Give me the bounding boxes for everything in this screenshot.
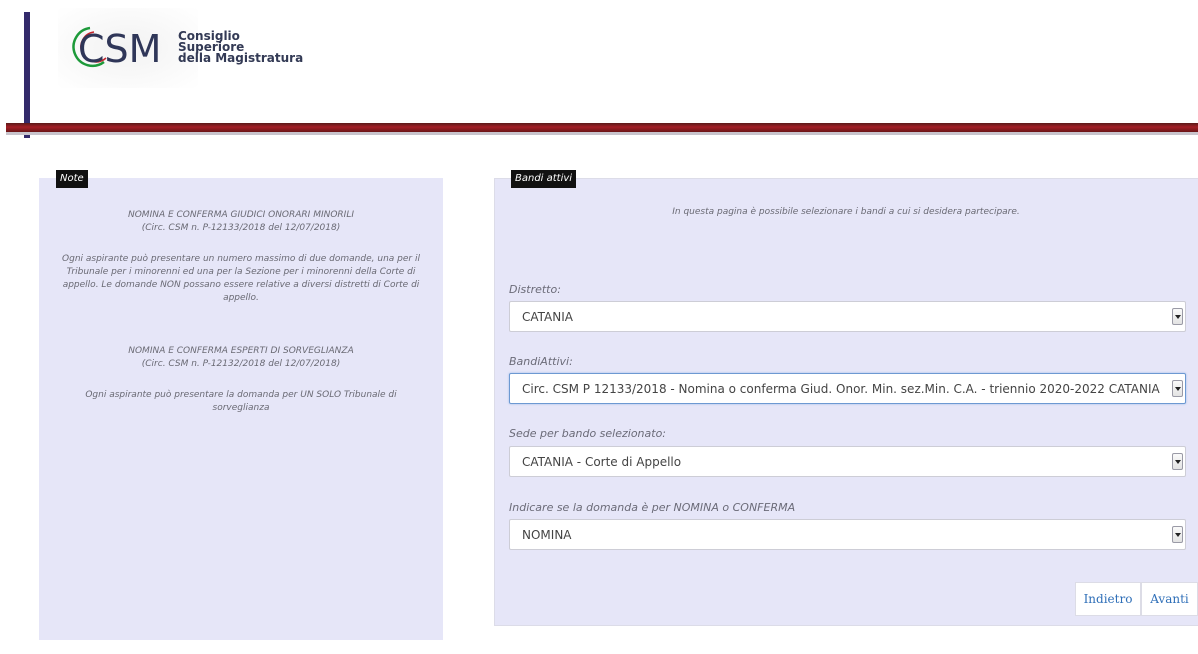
- sede-select[interactable]: CATANIA - Corte di Appello: [509, 446, 1186, 477]
- csm-logo: CSM Consiglio Superiore della Magistratu…: [70, 22, 303, 72]
- logo-text: Consiglio Superiore della Magistratura: [178, 30, 304, 65]
- header-vertical-bar: [24, 12, 30, 138]
- note-block1-circ: (Circ. CSM n. P-12133/2018 del 12/07/201…: [141, 223, 341, 233]
- note-block1-title: NOMINA E CONFERMA GIUDICI ONORARI MINORI…: [127, 210, 355, 220]
- note-block2-title: NOMINA E CONFERMA ESPERTI DI SORVEGLIANZ…: [128, 346, 354, 356]
- csm-logo-mark: CSM: [70, 22, 176, 72]
- back-button[interactable]: Indietro: [1075, 582, 1141, 616]
- note-block1-body: Ogni aspirante può presentare un numero …: [62, 254, 420, 303]
- chevron-down-icon[interactable]: [1172, 526, 1183, 543]
- note-tag: Note: [56, 170, 88, 188]
- bandi-attivi-label: BandiAttivi:: [509, 355, 573, 368]
- header-horizontal-bar: [6, 123, 1198, 132]
- tipo-domanda-label: Indicare se la domanda è per NOMINA o CO…: [509, 501, 796, 514]
- distretto-value: CATANIA: [522, 310, 573, 324]
- chevron-down-icon[interactable]: [1172, 380, 1183, 397]
- sede-label: Sede per bando selezionato:: [509, 427, 667, 440]
- sede-value: CATANIA - Corte di Appello: [522, 455, 682, 469]
- bandi-attivi-select[interactable]: Circ. CSM P 12133/2018 - Nomina o confer…: [509, 373, 1186, 404]
- bandi-attivi-value: Circ. CSM P 12133/2018 - Nomina o confer…: [522, 382, 1160, 396]
- svg-text:CSM: CSM: [78, 27, 161, 71]
- header-bar-shadow: [6, 132, 1198, 135]
- tipo-domanda-select[interactable]: NOMINA: [509, 519, 1186, 550]
- note-block2-body: Ogni aspirante può presentare la domanda…: [85, 390, 397, 413]
- note-block2-circ: (Circ. CSM n. P-12132/2018 del 12/07/201…: [141, 359, 341, 369]
- next-button[interactable]: Avanti: [1141, 582, 1198, 616]
- chevron-down-icon[interactable]: [1172, 453, 1183, 470]
- bandi-intro: In questa pagina è possibile selezionare…: [672, 207, 1020, 217]
- logo-line-3: della Magistratura: [178, 50, 304, 65]
- chevron-down-icon[interactable]: [1172, 308, 1183, 325]
- distretto-label: Distretto:: [509, 283, 561, 296]
- distretto-select[interactable]: CATANIA: [509, 301, 1186, 332]
- tipo-domanda-value: NOMINA: [522, 528, 572, 542]
- bandi-tag: Bandi attivi: [511, 170, 577, 188]
